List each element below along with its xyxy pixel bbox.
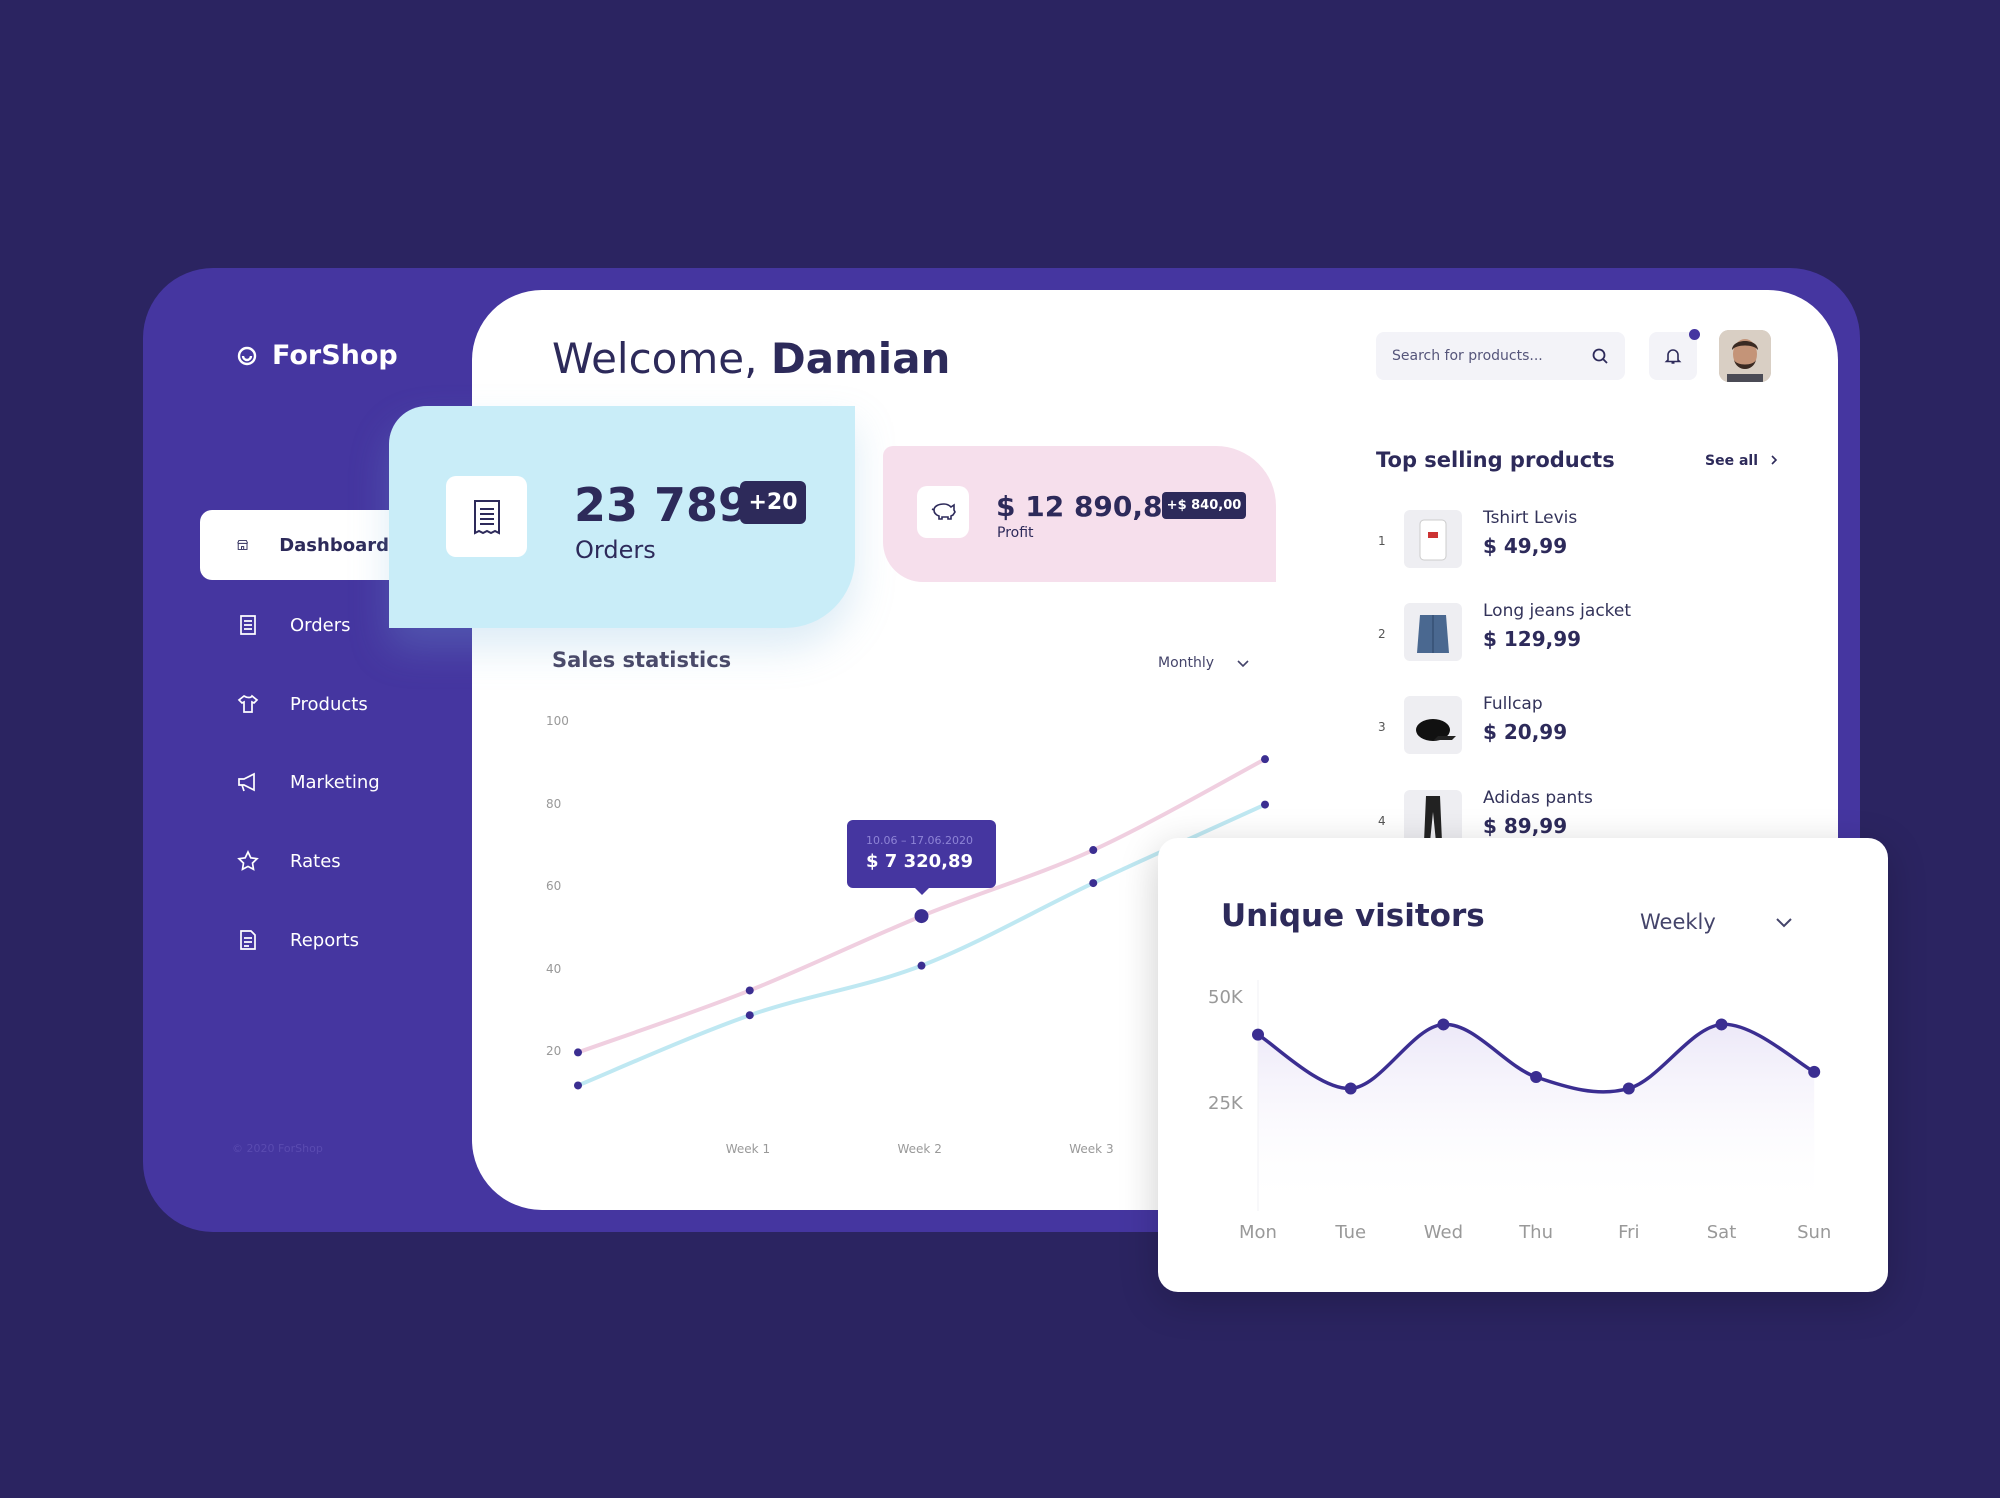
x-tick-label: Mon xyxy=(1239,1222,1277,1243)
store-icon xyxy=(237,540,249,550)
sidebar-item-label: Rates xyxy=(290,850,341,872)
orders-delta-badge: +20 xyxy=(740,481,806,524)
product-item[interactable]: 2 Long jeans jacket $ 129,99 xyxy=(1376,601,1676,663)
chevron-right-icon xyxy=(1771,455,1778,465)
data-point[interactable] xyxy=(574,1048,582,1057)
data-point[interactable] xyxy=(1261,800,1269,809)
x-tick-label: Wed xyxy=(1423,1222,1464,1243)
data-point[interactable] xyxy=(1344,1082,1357,1095)
product-rank: 3 xyxy=(1378,720,1386,734)
sales-statistics-title: Sales statistics xyxy=(552,648,732,672)
profit-label: Profit xyxy=(997,525,1034,541)
tshirt-icon xyxy=(237,694,259,713)
data-point[interactable] xyxy=(1808,1065,1821,1078)
chevron-down-icon xyxy=(1776,917,1792,927)
data-point[interactable] xyxy=(1089,879,1098,888)
product-rank: 4 xyxy=(1378,814,1386,828)
sales-period-dropdown[interactable]: Monthly xyxy=(1146,648,1268,678)
logo-icon xyxy=(237,346,257,365)
search-input[interactable]: Search for products... xyxy=(1376,332,1625,380)
data-point[interactable] xyxy=(914,909,929,924)
tooltip-date: 10.06 – 17.06.2020 xyxy=(866,834,973,847)
sidebar-item-orders[interactable]: Orders xyxy=(200,590,400,660)
profit-delta-badge: +$ 840,00 xyxy=(1162,492,1246,519)
search-icon[interactable] xyxy=(1591,347,1609,365)
app-name: ForShop xyxy=(272,340,398,371)
period-label: Weekly xyxy=(1640,909,1716,934)
product-image xyxy=(1404,603,1462,661)
product-name: Adidas pants xyxy=(1483,788,1593,808)
sidebar-item-rates[interactable]: Rates xyxy=(200,826,400,896)
area-fill xyxy=(1258,1024,1815,1211)
chevron-down-icon xyxy=(1237,660,1249,668)
orders-label: Orders xyxy=(575,536,656,564)
visitors-chart xyxy=(1252,980,1821,1211)
product-name: Tshirt Levis xyxy=(1483,508,1578,528)
bell-icon xyxy=(1664,349,1682,364)
product-rank: 2 xyxy=(1378,627,1386,641)
data-point[interactable] xyxy=(1622,1082,1635,1095)
unique-visitors-title: Unique visitors xyxy=(1221,898,1485,934)
sidebar-item-reports[interactable]: Reports xyxy=(200,905,400,975)
data-point[interactable] xyxy=(574,1081,582,1090)
sidebar-item-label: Products xyxy=(290,693,368,715)
visitors-period-dropdown[interactable]: Weekly xyxy=(1620,893,1811,950)
receipt-icon xyxy=(473,499,500,535)
receipt-icon xyxy=(240,615,256,635)
copyright: © 2020 ForShop xyxy=(232,1142,323,1155)
period-label: Monthly xyxy=(1158,655,1215,671)
data-point[interactable] xyxy=(917,961,926,970)
logo[interactable]: ForShop xyxy=(236,340,398,371)
product-name: Long jeans jacket xyxy=(1483,601,1632,621)
piggy-bank-icon xyxy=(931,503,956,520)
product-price: $ 129,99 xyxy=(1483,627,1582,651)
data-point[interactable] xyxy=(1530,1071,1543,1084)
profit-icon-box xyxy=(917,486,969,538)
sidebar-item-label: Marketing xyxy=(290,771,380,793)
data-point[interactable] xyxy=(1437,1018,1450,1031)
x-tick-label: Sun xyxy=(1797,1222,1832,1243)
x-tick-label: Tue xyxy=(1335,1222,1367,1243)
x-tick-label: Thu xyxy=(1519,1222,1553,1243)
product-price: $ 20,99 xyxy=(1483,720,1568,744)
orders-icon-box xyxy=(446,476,527,557)
see-all-label: See all xyxy=(1705,453,1758,469)
top-products-title: Top selling products xyxy=(1376,448,1615,472)
x-tick-label: Sat xyxy=(1706,1222,1737,1243)
product-item[interactable]: 3 Fullcap $ 20,99 xyxy=(1376,694,1676,756)
data-point[interactable] xyxy=(1089,846,1098,855)
product-price: $ 89,99 xyxy=(1483,814,1568,838)
product-image xyxy=(1404,510,1462,568)
product-image xyxy=(1404,696,1462,754)
sidebar-item-marketing[interactable]: Marketing xyxy=(200,747,400,817)
sidebar-item-label: Reports xyxy=(290,929,360,951)
notification-dot xyxy=(1689,329,1700,340)
tooltip-value: $ 7 320,89 xyxy=(866,851,974,872)
profit-value: $ 12 890,89 xyxy=(996,490,1182,523)
notifications-button[interactable] xyxy=(1649,332,1697,380)
data-point[interactable] xyxy=(745,986,754,995)
product-price: $ 49,99 xyxy=(1483,534,1568,558)
sidebar-item-dashboard[interactable]: Dashboard xyxy=(200,510,389,580)
see-all-link[interactable]: See all xyxy=(1705,453,1778,469)
search-placeholder: Search for products... xyxy=(1392,348,1543,364)
data-point[interactable] xyxy=(1252,1028,1264,1041)
orders-value: 23 789 xyxy=(574,478,751,532)
data-point[interactable] xyxy=(745,1011,754,1020)
product-item[interactable]: 1 Tshirt Levis $ 49,99 xyxy=(1376,508,1676,570)
data-point[interactable] xyxy=(1715,1018,1728,1031)
chart-tooltip: 10.06 – 17.06.2020 $ 7 320,89 xyxy=(847,820,996,895)
report-icon xyxy=(240,930,256,950)
star-icon xyxy=(237,850,259,871)
data-point[interactable] xyxy=(1261,755,1269,764)
product-name: Fullcap xyxy=(1483,694,1543,714)
avatar[interactable] xyxy=(1719,330,1771,382)
megaphone-icon xyxy=(238,772,255,792)
product-rank: 1 xyxy=(1378,534,1386,548)
sidebar-item-label: Dashboard xyxy=(279,534,389,556)
sidebar-item-products[interactable]: Products xyxy=(200,669,400,739)
page-title: Welcome, Damian xyxy=(552,334,951,383)
x-tick-label: Fri xyxy=(1618,1222,1640,1243)
sidebar-item-label: Orders xyxy=(290,614,351,636)
